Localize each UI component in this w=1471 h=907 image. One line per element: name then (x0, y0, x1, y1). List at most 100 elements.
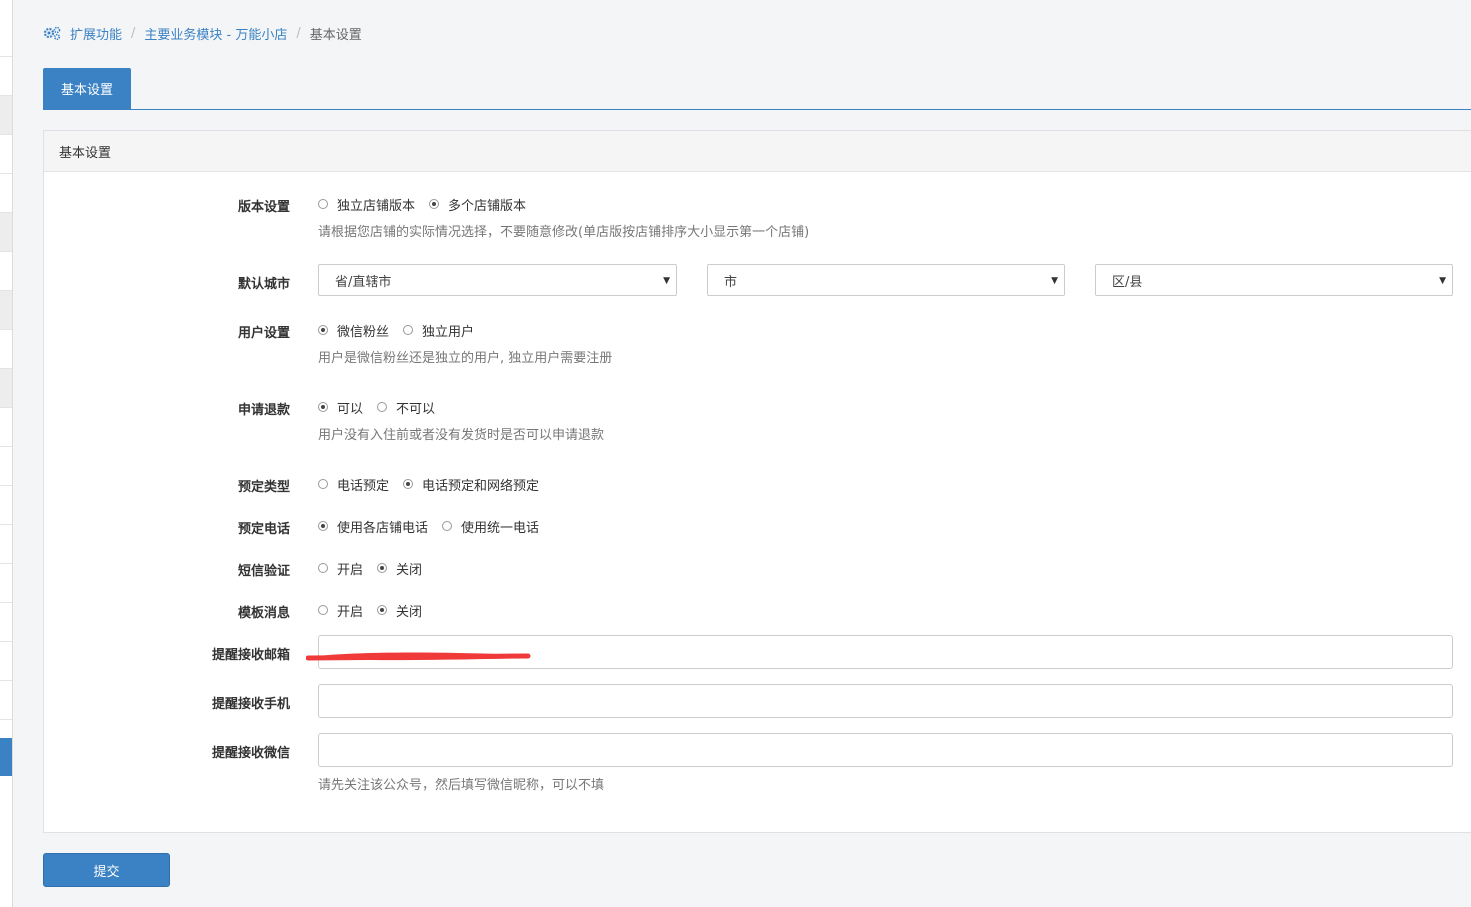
refund-radio-group: 可以 不可以 (318, 398, 449, 417)
radio-unchecked[interactable] (318, 563, 328, 573)
radio-option[interactable]: 电话预定和网络预定 (403, 475, 539, 494)
redaction-mark (306, 652, 531, 661)
wechat-help: 请先关注该公众号，然后填写微信昵称，可以不填 (318, 778, 605, 793)
settings-panel: 基本设置 版本设置 独立店铺版本 多个店铺版本 请根据您店铺的实际情况选择，不要… (43, 130, 1471, 833)
sidebar-item-active[interactable] (0, 738, 12, 776)
radio-option[interactable]: 独立店铺版本 (318, 195, 415, 214)
submit-button[interactable]: 提交 (43, 853, 170, 887)
radio-unchecked[interactable] (442, 521, 453, 531)
radio-option[interactable]: 开启 (318, 601, 363, 620)
radio-option[interactable]: 关闭 (377, 559, 422, 578)
sidebar-item[interactable] (0, 408, 12, 447)
radio-checked[interactable] (318, 325, 328, 335)
sms-radio-group: 开启 关闭 (318, 559, 436, 578)
sidebar-item[interactable] (0, 174, 12, 213)
radio-checked[interactable] (318, 402, 328, 412)
radio-unchecked[interactable] (318, 199, 328, 209)
user-radio-group: 微信粉丝 独立用户 (318, 321, 488, 340)
city-label: 默认城市 (237, 277, 290, 292)
sidebar-item[interactable] (0, 96, 12, 135)
radio-unchecked[interactable] (377, 402, 388, 412)
district-select[interactable]: 区/县 ▼ (1095, 264, 1453, 296)
user-label: 用户设置 (237, 326, 290, 341)
booking-type-label: 预定类型 (237, 480, 290, 495)
booking-type-radio-group: 电话预定 电话预定和网络预定 (318, 475, 553, 494)
email-label: 提醒接收邮箱 (211, 648, 290, 663)
radio-label: 不可以 (396, 401, 436, 417)
radio-unchecked[interactable] (403, 325, 414, 335)
radio-unchecked[interactable] (318, 479, 328, 489)
sidebar-item[interactable] (0, 603, 12, 642)
sidebar-item[interactable] (0, 330, 12, 369)
radio-label: 关闭 (396, 604, 423, 620)
sidebar-item[interactable] (0, 525, 12, 564)
radio-label: 使用各店铺电话 (337, 520, 429, 536)
radio-option[interactable]: 开启 (318, 559, 363, 578)
breadcrumb-link-extensions[interactable]: 扩展功能 (70, 24, 122, 43)
breadcrumb-separator: / (296, 25, 301, 41)
gears-icon (43, 26, 61, 40)
sms-label: 短信验证 (237, 564, 290, 579)
radio-checked[interactable] (429, 199, 440, 209)
booking-phone-radio-group: 使用各店铺电话 使用统一电话 (318, 517, 553, 536)
district-select-value: 区/县 (1112, 274, 1143, 290)
radio-label: 开启 (337, 562, 364, 578)
radio-option[interactable]: 不可以 (377, 398, 435, 417)
version-radio-group: 独立店铺版本 多个店铺版本 (318, 195, 540, 214)
radio-label: 独立店铺版本 (337, 198, 416, 214)
mobile-field[interactable] (318, 684, 1453, 718)
chevron-down-icon: ▼ (663, 276, 670, 286)
province-select[interactable]: 省/直辖市 ▼ (318, 264, 677, 296)
wechat-field[interactable] (318, 733, 1453, 767)
tab-basic-settings[interactable]: 基本设置 (43, 68, 131, 109)
radio-option[interactable]: 可以 (318, 398, 363, 417)
sidebar-item[interactable] (0, 213, 12, 252)
sidebar-item[interactable] (0, 252, 12, 291)
breadcrumb-current: 基本设置 (309, 27, 362, 43)
sidebar-item[interactable] (0, 642, 12, 681)
template-radio-group: 开启 关闭 (318, 601, 436, 620)
sidebar-item[interactable] (0, 486, 12, 525)
radio-checked[interactable] (403, 479, 414, 489)
tab-bar: 基本设置 (43, 68, 1471, 110)
sidebar-item[interactable] (0, 57, 12, 96)
wechat-label: 提醒接收微信 (211, 746, 290, 761)
chevron-down-icon: ▼ (1051, 276, 1058, 286)
breadcrumb: 扩展功能 / 主要业务模块 - 万能小店 / 基本设置 (43, 24, 362, 43)
city-select[interactable]: 市 ▼ (707, 264, 1065, 296)
radio-option[interactable]: 使用统一电话 (442, 517, 539, 536)
breadcrumb-link-module[interactable]: 主要业务模块 - 万能小店 (144, 24, 287, 43)
sidebar-item[interactable] (0, 291, 12, 330)
version-help: 请根据您店铺的实际情况选择，不要随意修改(单店版按店铺排序大小显示第一个店铺) (318, 225, 810, 240)
sidebar-item[interactable] (0, 369, 12, 408)
sidebar-item[interactable] (0, 135, 12, 174)
refund-help: 用户没有入住前或者没有发货时是否可以申请退款 (318, 428, 605, 443)
radio-checked[interactable] (318, 521, 328, 531)
radio-label: 电话预定和网络预定 (422, 478, 540, 494)
radio-label: 电话预定 (337, 478, 390, 494)
radio-option[interactable]: 多个店铺版本 (429, 195, 526, 214)
radio-label: 可以 (337, 401, 364, 417)
version-label: 版本设置 (237, 200, 290, 215)
radio-option[interactable]: 使用各店铺电话 (318, 517, 428, 536)
chevron-down-icon: ▼ (1439, 276, 1446, 286)
radio-unchecked[interactable] (318, 605, 328, 615)
radio-option[interactable]: 微信粉丝 (318, 321, 389, 340)
user-help: 用户是微信粉丝还是独立的用户, 独立用户需要注册 (318, 351, 613, 366)
panel-heading: 基本设置 (44, 131, 1471, 172)
radio-label: 关闭 (396, 562, 423, 578)
radio-label: 微信粉丝 (337, 324, 390, 340)
radio-label: 开启 (337, 604, 364, 620)
sidebar-item[interactable] (0, 18, 12, 57)
breadcrumb-separator: / (131, 25, 136, 41)
radio-option[interactable]: 电话预定 (318, 475, 389, 494)
sidebar-item[interactable] (0, 564, 12, 603)
sidebar-item[interactable] (0, 681, 12, 720)
radio-checked[interactable] (377, 563, 388, 573)
sidebar (0, 0, 13, 907)
sidebar-item[interactable] (0, 447, 12, 486)
radio-label: 独立用户 (422, 324, 475, 340)
radio-option[interactable]: 关闭 (377, 601, 422, 620)
radio-checked[interactable] (377, 605, 388, 615)
radio-option[interactable]: 独立用户 (403, 321, 474, 340)
